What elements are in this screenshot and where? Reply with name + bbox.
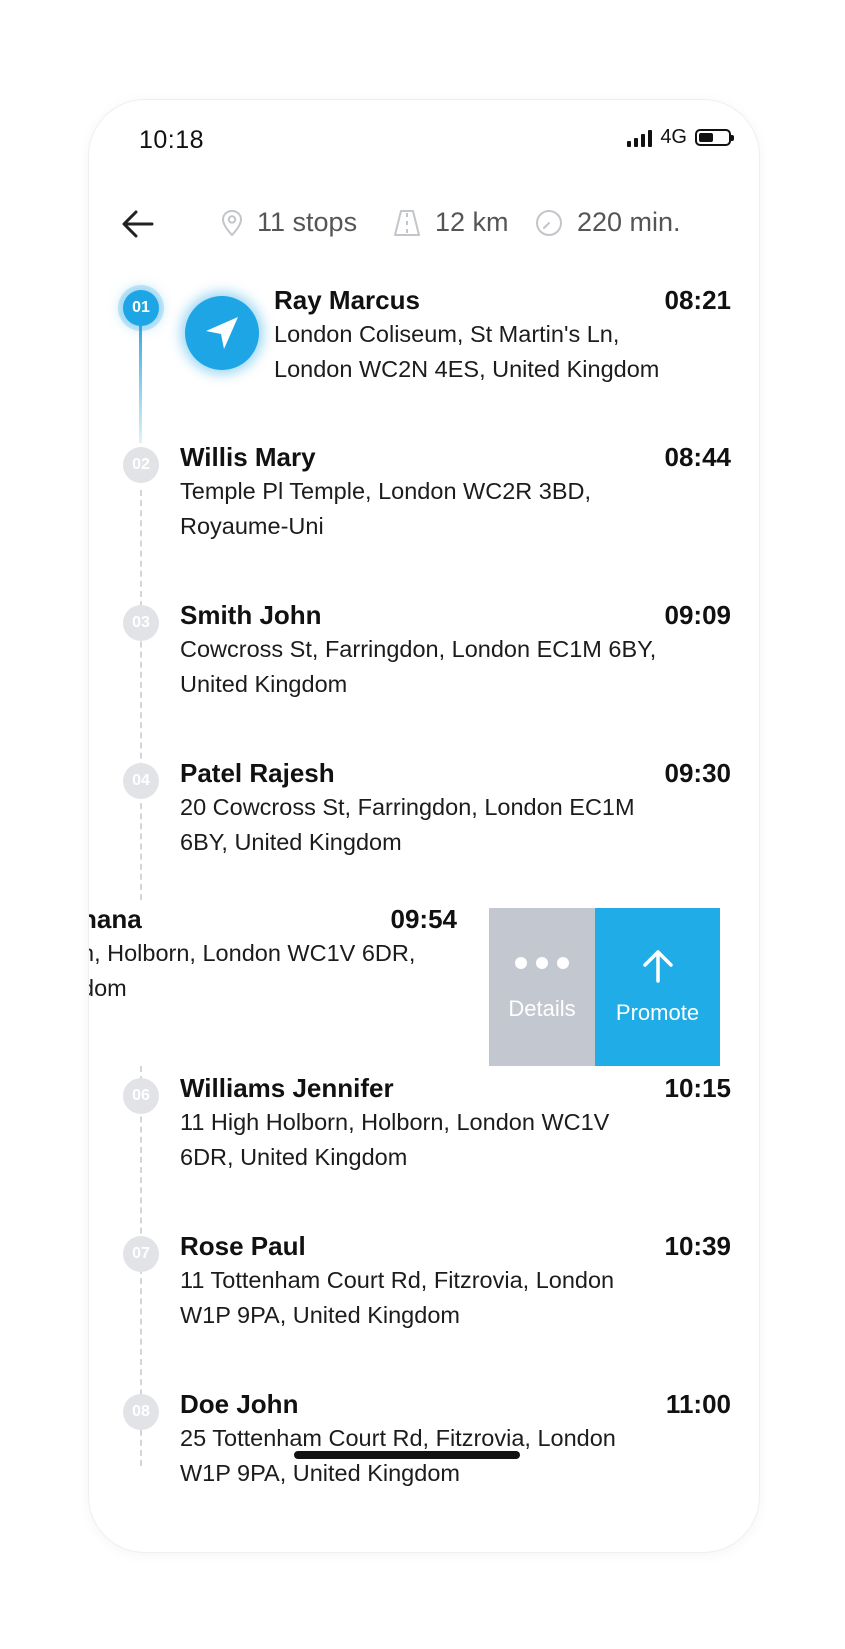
stop-name: Ray Marcus xyxy=(274,285,420,315)
stop-time: 09:54 xyxy=(390,904,458,934)
status-time: 10:18 xyxy=(139,126,205,154)
timeline-progress xyxy=(139,318,142,443)
battery-icon xyxy=(695,129,734,146)
stop-name: Williams Jennifer xyxy=(180,1073,394,1103)
stop-address-line-1: Temple Pl Temple, London WC2R 3BD, xyxy=(180,478,592,504)
stop-item[interactable]: Ray Marcus 08:21 London Coliseum, St Mar… xyxy=(274,285,731,386)
stop-address-line-2: 6DR, United Kingdom xyxy=(180,1144,408,1170)
stop-address-line-2: London WC2N 4ES, United Kingdom xyxy=(274,356,660,382)
distance-stat: 12 km xyxy=(393,207,509,238)
stop-time: 08:21 xyxy=(664,285,732,315)
phone-screen: 10:18 4G 11 stops 12 km 220 min. 01 Ray … xyxy=(89,100,759,1552)
more-dots-icon xyxy=(515,952,569,974)
stops-count: 11 stops xyxy=(221,207,357,238)
stop-address-line-2: W1P 9PA, United Kingdom xyxy=(180,1302,460,1328)
network-label: 4G xyxy=(660,126,687,148)
stop-time: 10:15 xyxy=(664,1073,732,1103)
stop-number: 08 xyxy=(123,1394,159,1430)
stop-name: Patel Rajesh xyxy=(180,758,335,788)
stop-time: 11:00 xyxy=(665,1389,731,1419)
stop-address-line-2: 6BY, United Kingdom xyxy=(180,829,402,855)
arrow-up-icon xyxy=(642,950,673,983)
stop-number: 04 xyxy=(123,763,159,799)
back-button[interactable] xyxy=(121,209,157,241)
stop-name: Willis Mary xyxy=(180,442,316,472)
stop-number: 07 xyxy=(123,1236,159,1272)
details-button[interactable]: Details xyxy=(489,908,595,1066)
distance-label: 12 km xyxy=(435,207,509,237)
route-header: 11 stops 12 km 220 min. xyxy=(89,205,759,245)
timeline-dashed xyxy=(140,490,142,900)
stop-item[interactable]: Willis Mary 08:44 Temple Pl Temple, Lond… xyxy=(180,442,731,543)
stop-item[interactable]: Williams Jennifer 10:15 11 High Holborn,… xyxy=(180,1073,731,1174)
stop-number: 06 xyxy=(123,1078,159,1114)
stop-address-line-1: 11 High Holborn, Holborn, London WC1V xyxy=(180,1109,610,1135)
stop-time: 10:39 xyxy=(664,1231,732,1261)
signal-icon xyxy=(627,129,653,147)
stop-address-line-1: 25 Tottenham Court Rd, Fitzrovia, London xyxy=(180,1425,616,1451)
stop-number: 03 xyxy=(123,605,159,641)
stop-name: Smith John xyxy=(180,600,322,630)
stop-time: 08:44 xyxy=(664,442,732,472)
promote-button[interactable]: Promote xyxy=(595,908,720,1066)
location-pin-icon xyxy=(221,209,243,236)
stop-number: 02 xyxy=(123,447,159,483)
stop-address-line-1: 20 Cowcross St, Farringdon, London EC1M xyxy=(180,794,635,820)
stop-address-line-2: Royaume-Uni xyxy=(180,513,324,539)
navigate-button[interactable] xyxy=(185,296,259,370)
stop-item-swiped[interactable]: hana 09:54 n, Holborn, London WC1V 6DR, … xyxy=(89,904,457,1005)
stop-address-line-1: 11 Tottenham Court Rd, Fitzrovia, London xyxy=(180,1267,615,1293)
stop-name: Doe John xyxy=(180,1389,299,1419)
stops-label: 11 stops xyxy=(257,207,358,237)
stop-address-line-1: London Coliseum, St Martin's Ln, xyxy=(274,321,620,347)
stop-address-line-2: United Kingdom xyxy=(180,671,348,697)
details-label: Details xyxy=(508,996,576,1021)
stop-address-line-2: W1P 9PA, United Kingdom xyxy=(180,1460,460,1486)
clock-icon xyxy=(536,209,562,236)
stop-time: 09:30 xyxy=(664,758,732,788)
stop-name: hana xyxy=(89,904,142,934)
status-indicators: 4G xyxy=(627,126,734,149)
stop-item[interactable]: Smith John 09:09 Cowcross St, Farringdon… xyxy=(180,600,731,701)
stop-item[interactable]: Doe John 11:00 25 Tottenham Court Rd, Fi… xyxy=(180,1389,731,1490)
stop-number: 01 xyxy=(123,290,159,326)
road-icon xyxy=(394,209,420,236)
stop-address-line-1: Cowcross St, Farringdon, London EC1M 6BY… xyxy=(180,636,657,662)
duration-label: 220 min. xyxy=(577,207,681,237)
home-indicator[interactable] xyxy=(294,1451,520,1459)
promote-label: Promote xyxy=(615,1000,700,1025)
stop-name: Rose Paul xyxy=(180,1231,306,1261)
stop-address-line-2: dom xyxy=(89,975,127,1001)
arrow-left-icon xyxy=(122,210,154,238)
duration-stat: 220 min. xyxy=(535,207,681,238)
stop-address-line-1: n, Holborn, London WC1V 6DR, xyxy=(89,940,416,966)
stop-item[interactable]: Patel Rajesh 09:30 20 Cowcross St, Farri… xyxy=(180,758,731,859)
navigation-arrow-icon xyxy=(206,317,238,349)
stop-item[interactable]: Rose Paul 10:39 11 Tottenham Court Rd, F… xyxy=(180,1231,731,1332)
stop-time: 09:09 xyxy=(664,600,732,630)
